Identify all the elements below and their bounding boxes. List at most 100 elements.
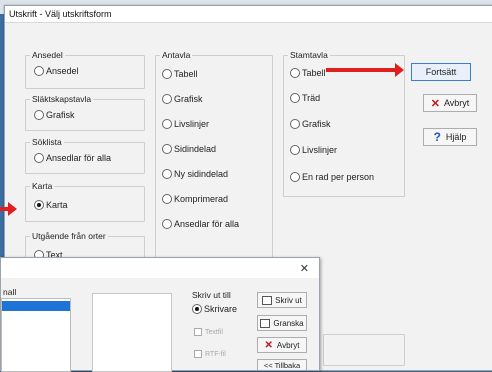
radio-stamtavla-livslinjer[interactable]: Livslinjer [290,145,337,155]
hjalp-label: Hjälp [445,132,467,142]
window-title: Utskrift - Välj utskriftsform [9,9,112,19]
radio-circle [162,144,172,154]
radio-antavla-ny-sidindelad[interactable]: Ny sidindelad [162,169,228,179]
option-label: Textfil [205,328,223,336]
option-label: Sidindelad [174,144,217,154]
list-header: nall [3,287,17,297]
radio-circle [290,68,300,78]
radio-circle [290,145,300,155]
group-legend-karta: Karta [30,181,55,191]
option-label: Livslinjer [174,119,210,129]
radio-antavla-ansedlar-for-alla[interactable]: Ansedlar för alla [162,219,239,229]
radio-circle [162,169,172,179]
radio-circle [162,69,172,79]
checkbox-box [194,328,202,336]
avbryt-label-2: Avbryt [276,340,300,350]
title-bar: Utskrift - Välj utskriftsform [5,6,492,23]
radio-circle [290,93,300,103]
close-icon[interactable]: ✕ [300,262,309,275]
radio-stamtavla-trad[interactable]: Träd [290,93,320,103]
checkbox-textfil[interactable]: Textfil [194,328,223,336]
option-label: En rad per person [302,172,375,182]
option-label: Grafisk [46,110,75,120]
cancel-x-icon: ✕ [264,339,273,351]
preview-icon [260,318,271,328]
radio-ansedlar-for-alla[interactable]: Ansedlar för alla [34,153,111,163]
radio-circle [162,219,172,229]
radio-circle-selected [34,200,44,210]
option-label: Ansedel [46,66,79,76]
radio-stamtavla-en-rad-per-person[interactable]: En rad per person [290,172,374,182]
group-antavla: Antavla Tabell Grafisk Livslinjer Sidind… [155,50,273,259]
tillbaka-label: << Tillbaka [263,360,301,370]
hjalp-button[interactable]: ? Hjälp [423,128,477,146]
fortsatt-label: Fortsätt [425,67,457,77]
group-karta: Karta Karta [25,181,145,222]
group-legend-utgaende: Utgående från orter [30,231,108,241]
radio-circle-selected [192,304,202,314]
radio-slaktskap-grafisk[interactable]: Grafisk [34,110,75,120]
group-legend-slaktskapstavla: Släktskapstavla [30,94,94,104]
red-arrow-to-karta [0,202,17,216]
radio-circle [34,153,44,163]
avbryt-button-2[interactable]: ✕ Avbryt [257,337,307,353]
radio-circle [162,94,172,104]
tillbaka-button[interactable]: << Tillbaka [257,359,307,370]
group-legend-ansedel: Ansedel [30,50,65,60]
avbryt-label: Avbryt [443,98,470,108]
option-label: Ny sidindelad [174,169,229,179]
checkbox-box [194,350,202,358]
granska-label: Granska [273,318,304,328]
preview-box [92,293,172,372]
group-legend-soklista: Söklista [30,137,64,147]
group-legend-antavla: Antavla [160,50,193,60]
group-soklista: Söklista Ansedlar för alla [25,137,145,174]
option-label: Tabell [174,69,198,79]
fortsatt-button[interactable]: Fortsätt [411,63,471,81]
radio-antavla-livslinjer[interactable]: Livslinjer [162,119,209,129]
red-arrow-to-fortsatt [326,63,404,77]
option-label: Karta [46,200,68,210]
skriv-ut-label: Skriv ut [275,295,302,305]
item-listbox[interactable] [1,298,71,372]
skriv-ut-till-label: Skriv ut till [192,290,231,300]
option-label: Grafisk [174,94,203,104]
radio-circle [162,119,172,129]
radio-skrivare[interactable]: Skrivare [192,304,237,314]
option-label: Grafisk [302,119,331,129]
group-stamtavla: Stamtavla Tabell Träd Grafisk Livslinjer… [283,50,405,197]
checkbox-rtf-fil[interactable]: RTF-fil [194,350,226,358]
radio-circle [290,119,300,129]
group-hidden-partial [323,334,405,366]
group-legend-stamtavla: Stamtavla [288,50,330,60]
granska-button[interactable]: Granska [257,315,307,331]
radio-antavla-tabell[interactable]: Tabell [162,69,198,79]
option-label: Tabell [302,68,326,78]
option-label: Komprimerad [174,194,229,204]
printer-icon [262,295,273,305]
skriv-ut-button[interactable]: Skriv ut [257,292,307,308]
option-label: Skrivare [204,304,238,314]
radio-circle [34,110,44,120]
list-selection-highlight [2,301,70,311]
group-slaktskapstavla: Släktskapstavla Grafisk [25,94,145,131]
radio-circle [290,172,300,182]
radio-antavla-sidindelad[interactable]: Sidindelad [162,144,216,154]
radio-circle [34,66,44,76]
radio-antavla-grafisk[interactable]: Grafisk [162,94,203,104]
avbryt-button[interactable]: ✕ Avbryt [423,94,477,112]
option-label: Livslinjer [302,145,338,155]
radio-stamtavla-tabell[interactable]: Tabell [290,68,326,78]
option-label: Ansedlar för alla [174,219,240,229]
radio-ansedel[interactable]: Ansedel [34,66,79,76]
option-label: Ansedlar för alla [46,153,112,163]
radio-circle [162,194,172,204]
cancel-x-icon: ✕ [430,97,440,110]
radio-antavla-komprimerad[interactable]: Komprimerad [162,194,228,204]
dialog2-title-bar: ✕ [1,258,319,278]
radio-karta[interactable]: Karta [34,200,68,210]
group-ansedel: Ansedel Ansedel [25,50,145,89]
print-destination-dialog: ✕ nall Skriv ut till Skrivare Textfil RT… [0,257,320,372]
option-label: Träd [302,93,321,103]
radio-stamtavla-grafisk[interactable]: Grafisk [290,119,331,129]
